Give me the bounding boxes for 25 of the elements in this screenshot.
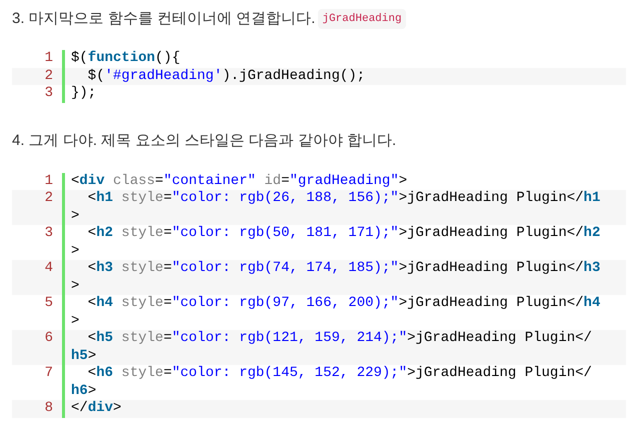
code-line: <h3 style="color: rgb(74, 174, 185);">jGradHeading Plugin</h3 >	[71, 260, 600, 295]
code-line: <h5 style="color: rgb(121, 159, 214);">jGradHeading Plugin</ h5>	[71, 330, 592, 365]
line-number: 2	[44, 68, 53, 84]
code-line: </div>	[71, 400, 122, 418]
line-number: 3	[44, 85, 53, 101]
inline-code: jGradHeading	[318, 8, 406, 30]
step-text: 3. 마지막으로 함수를 컨테이너에 연결합니다.	[12, 8, 316, 29]
code-line: <h4 style="color: rgb(97, 166, 200);">jGradHeading Plugin</h4 >	[71, 295, 600, 330]
line-number: 7	[44, 365, 53, 381]
code-line: <div class="container" id="gradHeading">	[71, 172, 408, 190]
line-number: 6	[44, 330, 53, 346]
line-number: 4	[44, 260, 53, 276]
line-number: 1	[44, 172, 53, 188]
code-line: });	[71, 85, 96, 102]
line-number: 2	[44, 190, 53, 206]
code-line: $(function(){	[71, 50, 180, 68]
step-text: 4. 그게 다야. 제목 요소의 스타일은 다음과 같아야 합니다.	[12, 131, 396, 152]
line-number: 3	[44, 225, 53, 241]
code-line: $('#gradHeading').jGradHeading();	[86, 68, 366, 85]
line-number: 5	[44, 295, 53, 311]
line-number: 8	[44, 400, 53, 416]
code-line: <h2 style="color: rgb(50, 181, 171);">jGradHeading Plugin</h2 >	[71, 225, 600, 260]
code-line: <h6 style="color: rgb(145, 152, 229);">jGradHeading Plugin</ h6>	[71, 365, 592, 400]
code-line: <h1 style="color: rgb(26, 188, 156);">jGradHeading Plugin</h1 >	[71, 190, 600, 225]
line-number: 1	[44, 50, 53, 66]
